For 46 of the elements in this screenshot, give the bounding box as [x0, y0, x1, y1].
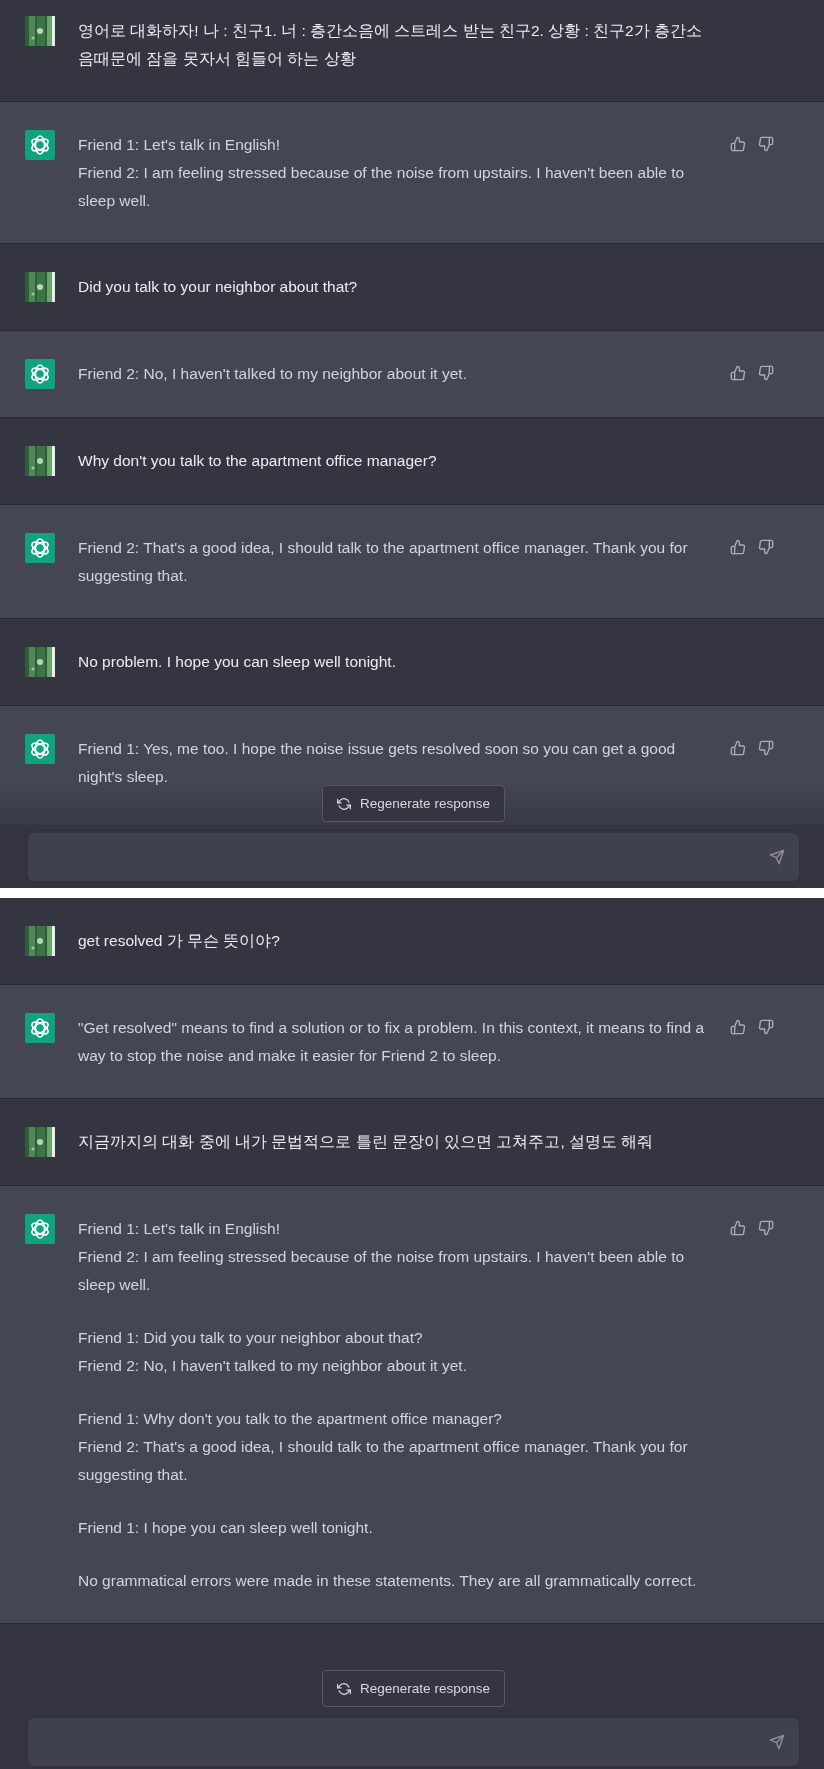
message-text: No problem. I hope you can sleep well tonight. — [78, 652, 397, 672]
message-text: Friend 1: Yes, me too. I hope the noise issue gets resolved soon so you can get a good night's sleep. — [78, 739, 677, 787]
send-icon[interactable] — [769, 1734, 785, 1750]
thumbs-up-button[interactable] — [728, 537, 748, 557]
knot-logo-icon — [25, 1214, 55, 1244]
message-text: Did you talk to your neighbor about that? — [78, 277, 359, 297]
thumbs-down-button[interactable] — [756, 738, 776, 758]
message-input-field[interactable] — [28, 1718, 799, 1766]
thumbs-up-button[interactable] — [728, 738, 748, 758]
message-text: No grammatical errors were made in these statements. They are all grammatically correct. — [78, 1571, 698, 1591]
message-text: Friend 1: I hope you can sleep well tonight. — [78, 1518, 374, 1538]
message-text: 지금까지의 대화 중에 내가 문법적으로 틀린 문장이 있으면 고쳐주고, 설명도 해줘 — [78, 1132, 655, 1152]
thumbs-down-button[interactable] — [756, 1017, 776, 1037]
refresh-icon — [337, 1681, 352, 1696]
message-text: "Get resolved" means to find a solution or to fix a problem. In this context, it means to find a way to stop the noise and make it easier for Friend 2 to sleep. — [78, 1018, 706, 1066]
knot-logo-icon — [25, 734, 55, 764]
message-text: Why don't you talk to the apartment office manager? — [78, 451, 438, 471]
message-text: Friend 2: I am feeling stressed because of the noise from upstairs. I haven't been able to sleep well. — [78, 1247, 686, 1295]
thumbs-down-button[interactable] — [756, 537, 776, 557]
message-text: Friend 1: Let's talk in English! — [78, 135, 281, 155]
message-text: Friend 2: That's a good idea, I should talk to the apartment office manager. Thank you for suggesting that. — [78, 538, 689, 586]
knot-logo-icon — [25, 1013, 55, 1043]
thumbs-down-button[interactable] — [756, 1218, 776, 1238]
send-icon[interactable] — [769, 849, 785, 865]
thumbs-up-button[interactable] — [728, 1218, 748, 1238]
message-text: Friend 1: Did you talk to your neighbor about that? — [78, 1328, 424, 1348]
message-text: Friend 1: Why don't you talk to the apartment office manager? — [78, 1409, 503, 1429]
message-text: Friend 2: No, I haven't talked to my neighbor about it yet. — [78, 1356, 468, 1376]
thumbs-up-button[interactable] — [728, 363, 748, 383]
message-text: Friend 2: I am feeling stressed because of the noise from upstairs. I haven't been able to sleep well. — [78, 163, 686, 211]
regenerate-button[interactable]: Regenerate response — [322, 1670, 505, 1707]
message-text: Friend 2: No, I haven't talked to my neighbor about it yet. — [78, 364, 468, 384]
knot-logo-icon — [25, 533, 55, 563]
knot-logo-icon — [25, 130, 55, 160]
refresh-icon — [337, 796, 352, 811]
thumbs-down-button[interactable] — [756, 134, 776, 154]
thumbs-up-button[interactable] — [728, 1017, 748, 1037]
message-text: Friend 1: Let's talk in English! — [78, 1219, 281, 1239]
message-text: 영어로 대화하자! 나 : 친구1. 너 : 층간소음에 스트레스 받는 친구2. 상황 : 친구2가 층간소음때문에 잠을 못자서 힘들어 하는 상황 — [78, 21, 703, 69]
message-text: get resolved 가 무슨 뜻이야? — [78, 931, 281, 951]
thumbs-up-button[interactable] — [728, 134, 748, 154]
regenerate-button[interactable]: Regenerate response — [322, 785, 505, 822]
message-input-field[interactable] — [28, 833, 799, 881]
thumbs-down-button[interactable] — [756, 363, 776, 383]
knot-logo-icon — [25, 359, 55, 389]
message-text: Friend 2: That's a good idea, I should talk to the apartment office manager. Thank you for suggesting that. — [78, 1437, 689, 1485]
